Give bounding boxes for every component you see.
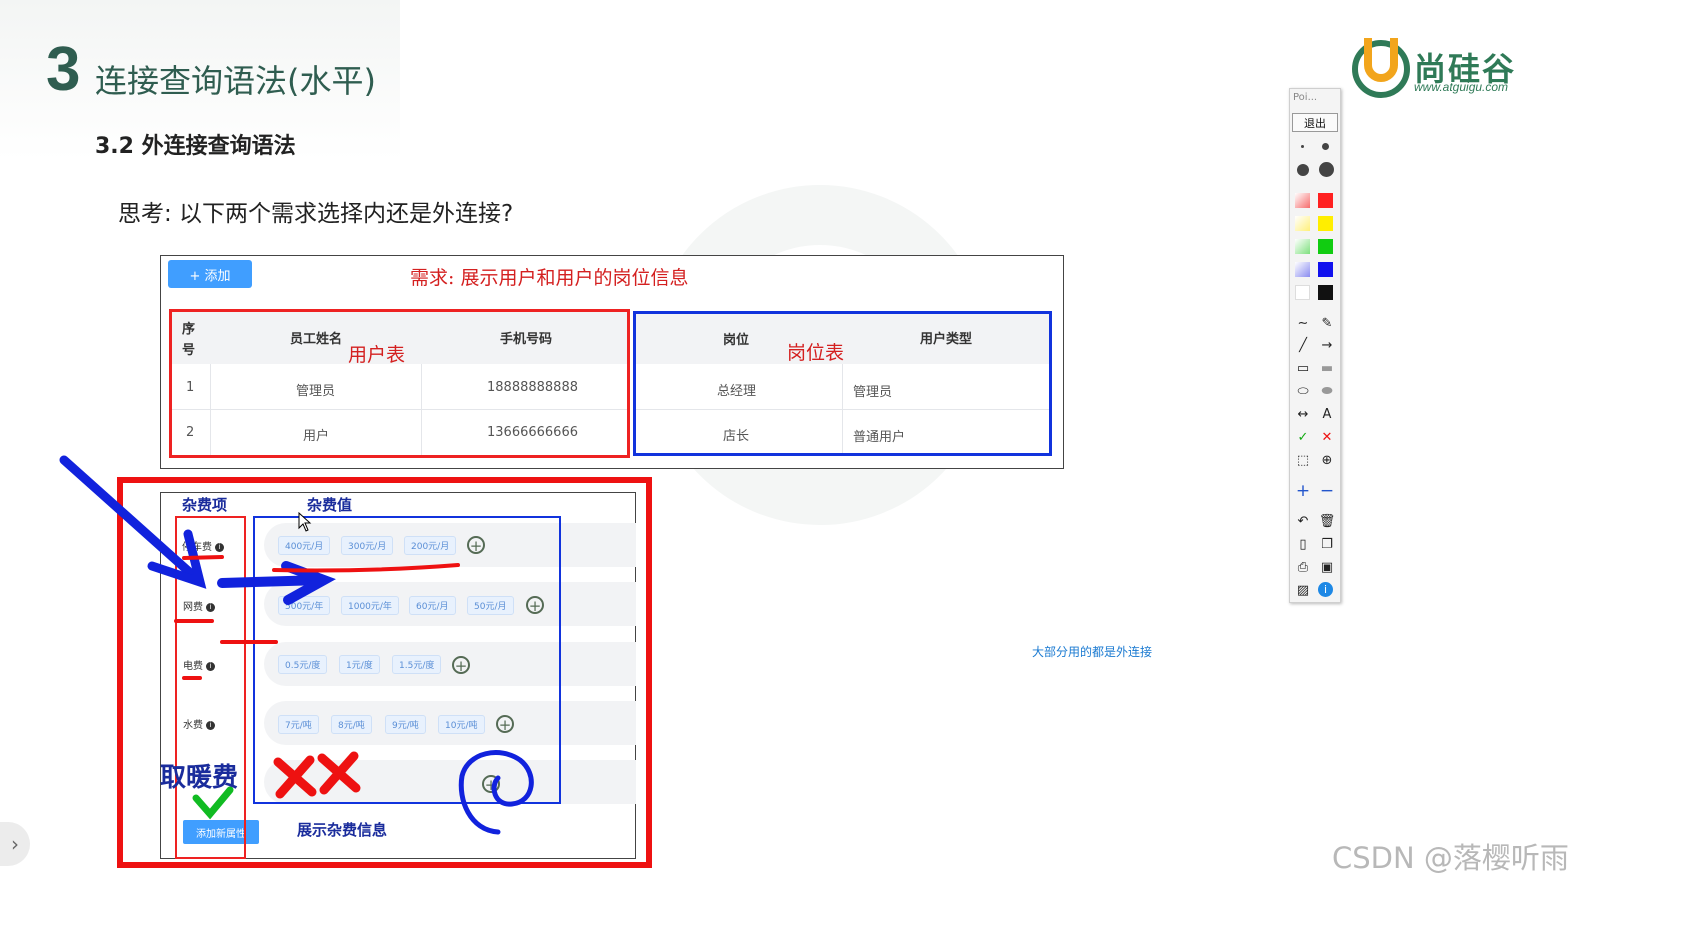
image-icon[interactable]: ▨ <box>1294 582 1312 600</box>
heating-fee-label: 取暖费 <box>160 763 239 793</box>
pen-annotations <box>59 455 534 835</box>
filled-ellipse-tool-icon[interactable]: ⬬ <box>1318 383 1336 401</box>
delete-icon[interactable]: 🗑 <box>1318 513 1336 531</box>
color-swatch-yellow[interactable] <box>1318 216 1333 231</box>
zoom-out-icon[interactable]: − <box>1318 482 1336 500</box>
freehand-pen-icon[interactable]: ∼ <box>1294 315 1312 333</box>
color-swatch-white[interactable] <box>1295 285 1310 300</box>
info-icon[interactable]: i <box>1318 582 1333 597</box>
crop-tool-icon[interactable]: ⬚ <box>1294 452 1312 470</box>
pen-size-medium-icon[interactable] <box>1322 143 1329 150</box>
exit-button[interactable]: 退出 <box>1292 113 1338 132</box>
new-page-icon[interactable]: ▯ <box>1294 536 1312 554</box>
ellipse-tool-icon[interactable]: ⬭ <box>1294 383 1312 401</box>
eraser-icon[interactable]: ✎ <box>1318 315 1336 333</box>
toolbar-title: Poi... <box>1293 92 1318 103</box>
copy-icon[interactable]: ❐ <box>1318 536 1336 554</box>
save-icon[interactable]: ▣ <box>1318 559 1336 577</box>
pen-size-large-icon[interactable] <box>1297 164 1309 176</box>
color-swatch-light-blue[interactable] <box>1295 262 1310 277</box>
pen-size-xlarge-icon[interactable] <box>1319 162 1334 177</box>
print-icon[interactable]: ⎙ <box>1294 559 1312 577</box>
csdn-watermark: CSDN @落樱听雨 <box>1332 841 1569 875</box>
pen-size-small-icon[interactable] <box>1301 145 1304 148</box>
text-tool-icon[interactable]: A <box>1318 406 1336 424</box>
color-swatch-light-green[interactable] <box>1295 239 1310 254</box>
mouse-cursor-icon <box>298 512 312 532</box>
color-swatch-light-red[interactable] <box>1295 193 1310 208</box>
zoom-tool-icon[interactable]: ⊕ <box>1318 452 1336 470</box>
filled-rectangle-tool-icon[interactable]: ▬ <box>1318 360 1336 378</box>
red-underline <box>182 555 224 560</box>
cross-mark-tool-icon[interactable]: ✕ <box>1318 429 1336 447</box>
blue-arrow-line <box>59 455 201 583</box>
blue-circle-annotation <box>458 750 534 835</box>
rectangle-tool-icon[interactable]: ▭ <box>1294 360 1312 378</box>
double-arrow-tool-icon[interactable]: ↔ <box>1294 406 1312 424</box>
undo-icon[interactable]: ↶ <box>1294 513 1312 531</box>
blue-arrow-line <box>217 575 327 588</box>
color-swatch-black[interactable] <box>1318 285 1333 300</box>
zoom-in-icon[interactable]: + <box>1294 482 1312 500</box>
red-cross-marks <box>273 751 361 799</box>
check-mark-tool-icon[interactable]: ✓ <box>1294 429 1312 447</box>
color-swatch-green[interactable] <box>1318 239 1333 254</box>
line-tool-icon[interactable]: ╱ <box>1294 337 1312 355</box>
color-swatch-blue[interactable] <box>1318 262 1333 277</box>
color-swatch-red[interactable] <box>1318 193 1333 208</box>
arrow-tool-icon[interactable]: → <box>1318 337 1336 355</box>
color-swatch-light-yellow[interactable] <box>1295 216 1310 231</box>
note-text: 大部分用的都是外连接 <box>1032 645 1153 659</box>
